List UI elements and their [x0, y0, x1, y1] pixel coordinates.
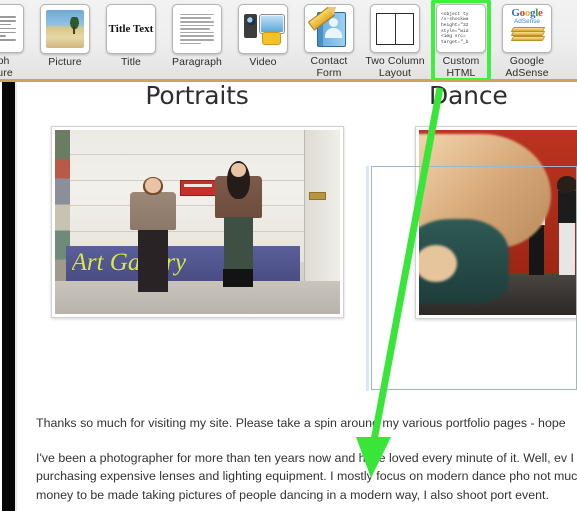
dance-photo-artwork [419, 130, 577, 315]
photo-dance[interactable] [415, 126, 577, 319]
title-icon: Title Text [106, 4, 156, 54]
toolbar-item-label: Google AdSense [494, 55, 560, 79]
label-line-2: AdSense [505, 66, 549, 79]
page-canvas[interactable]: Portraits Art Gallery Dance Thanks so mu… [0, 82, 577, 511]
two-column-layout-icon [370, 4, 420, 53]
dancer-2 [556, 175, 577, 285]
toolbar-item-label: Contact Form [296, 55, 362, 79]
custom-html-icon: <object ty /x-shockwa height="32 style="… [436, 4, 486, 53]
title-thumb-text: Title Text [108, 23, 154, 35]
column-dance[interactable]: Dance [381, 82, 577, 319]
label-line-2: Form [316, 66, 342, 79]
toolbar-item-paragraph-with-picture[interactable]: ...ph ...ture [0, 0, 32, 79]
adsense-subtext: AdSense [514, 17, 540, 25]
adsense-bars-graphic [510, 26, 546, 41]
label-line-1: ...ph [0, 55, 10, 67]
paragraph-icon [172, 4, 222, 54]
toolbar-item-video[interactable]: Video [230, 0, 296, 79]
google-adsense-icon: Google AdSense [502, 4, 552, 53]
toolbar-item-label: Title [121, 56, 141, 68]
person-right [214, 160, 262, 292]
left-rail-edge [15, 82, 17, 511]
toolbar-item-paragraph[interactable]: Paragraph [164, 0, 230, 79]
paragraph-intro: Thanks so much for visiting my site. Ple… [36, 416, 566, 430]
label-line-2: ...ture [0, 66, 13, 79]
toolbar-item-label: Paragraph [172, 56, 222, 68]
picture-icon [40, 4, 90, 54]
label-line-1: Two Column [365, 55, 425, 67]
contact-form-icon [304, 4, 354, 53]
toolbar-item-two-column-layout[interactable]: Two Column Layout [362, 0, 428, 79]
paragraph-about: I've been a photographer for more than t… [36, 450, 577, 502]
code-line: target="_b [441, 39, 469, 45]
toolbar-item-label: Custom HTML [428, 55, 494, 79]
portraits-photo-artwork: Art Gallery [54, 130, 340, 314]
photo-portraits[interactable]: Art Gallery [50, 126, 344, 318]
toolbar-item-google-adsense[interactable]: Google AdSense Google AdSense [494, 0, 560, 79]
column-portraits[interactable]: Portraits Art Gallery [27, 82, 367, 318]
label-line-2: Layout [378, 66, 412, 79]
label-line-2: HTML [446, 66, 476, 79]
person-left [129, 176, 177, 292]
toolbar-item-custom-html[interactable]: <object ty /x-shockwa height="32 style="… [428, 0, 494, 79]
toolbar-item-label: Two Column Layout [362, 55, 428, 79]
toolbar-item-label: Picture [48, 56, 82, 68]
insert-elements-toolbar: ...ph ...ture Picture Title Text Title P… [0, 0, 577, 80]
label-line-1: Contact [310, 55, 348, 67]
toolbar-item-picture[interactable]: Picture [32, 0, 98, 79]
page-title-dance: Dance [429, 82, 508, 110]
no-parking-sign [179, 179, 217, 197]
label-line-1: Google [509, 55, 545, 67]
toolbar-item-title[interactable]: Title Text Title [98, 0, 164, 79]
label-line-1: Custom [442, 55, 480, 67]
toolbar-item-label: ...ph ...ture [0, 55, 32, 79]
toolbar-item-contact-form[interactable]: Contact Form [296, 0, 362, 79]
toolbar-item-strip: ...ph ...ture Picture Title Text Title P… [0, 0, 560, 79]
left-dark-rail [2, 82, 15, 511]
page-title-portraits: Portraits [145, 82, 249, 110]
video-icon [238, 4, 288, 54]
paragraph-with-picture-icon [0, 4, 24, 53]
toolbar-item-label: Video [249, 56, 277, 68]
page-body-text[interactable]: Thanks so much for visiting my site. Ple… [36, 414, 577, 511]
